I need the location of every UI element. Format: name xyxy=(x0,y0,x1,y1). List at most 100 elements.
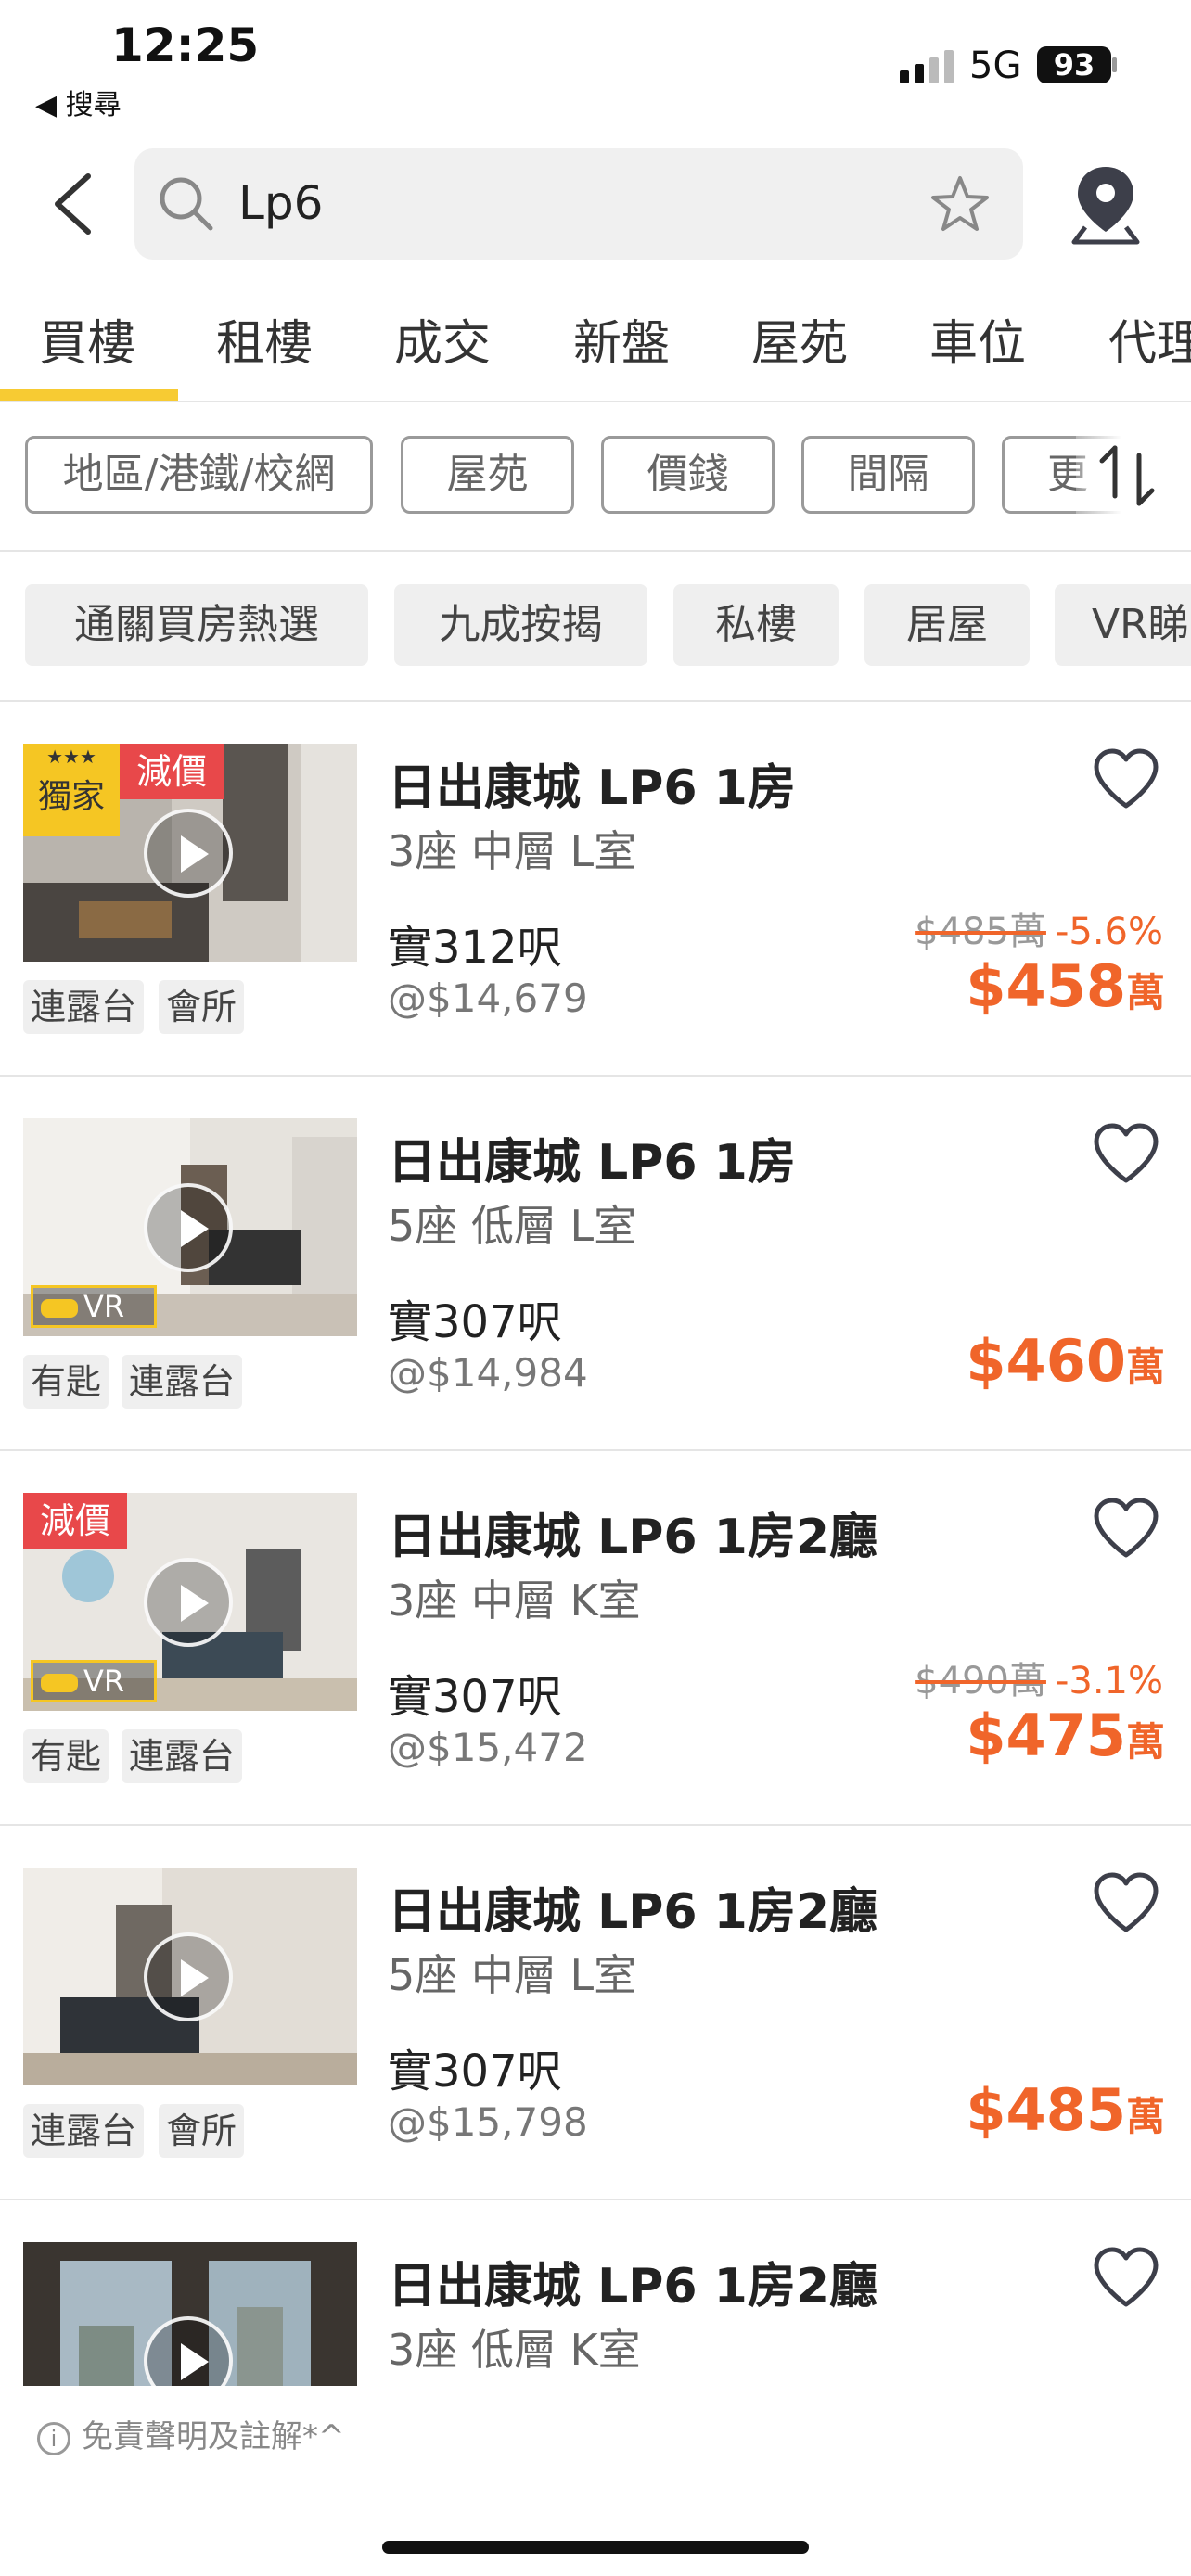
listing-unit-price: @$14,679 xyxy=(388,976,588,1021)
listing-price: $458萬 xyxy=(966,952,1165,1020)
chip-private[interactable]: 私樓 xyxy=(673,584,839,666)
vr-badge[interactable]: VR xyxy=(31,1660,157,1702)
chip-hos[interactable]: 居屋 xyxy=(864,584,1030,666)
sort-icon[interactable] xyxy=(1095,442,1165,509)
battery-icon: 93 xyxy=(1037,46,1111,83)
disclaimer-link[interactable]: i 免責聲明及註解*^ xyxy=(37,2411,345,2456)
listing-photo[interactable] xyxy=(23,1868,357,2085)
listing-photo[interactable]: ★★★ 獨家 減價 xyxy=(23,744,357,962)
listing-unit-info: 3座 中層 L室 xyxy=(388,826,637,876)
status-bar: 12:25 ◀ 搜尋 5G 93 xyxy=(0,0,1191,139)
status-time: 12:25 xyxy=(111,19,260,72)
original-price: $485萬 -5.6% xyxy=(915,901,1163,955)
tab-transactions[interactable]: 成交 xyxy=(394,304,491,374)
old-price: $485萬 xyxy=(915,911,1046,953)
listing-title[interactable]: 日出康城 LP6 1房 xyxy=(388,1123,796,1192)
price-value: $458 xyxy=(966,952,1126,1020)
listing-title[interactable]: 日出康城 LP6 1房2廳 xyxy=(388,1872,877,1942)
chip-90-mortgage[interactable]: 九成按揭 xyxy=(394,584,647,666)
signal-icon xyxy=(900,50,954,83)
back-to-search-app[interactable]: ◀ 搜尋 xyxy=(35,82,122,122)
feature-tag: 有匙 xyxy=(23,1729,109,1783)
chip-vr[interactable]: VR睇 xyxy=(1055,584,1191,666)
chip-hot-picks[interactable]: 通關買房熱選 xyxy=(25,584,368,666)
listing-unit-price: @$15,472 xyxy=(388,1725,588,1770)
heart-icon[interactable] xyxy=(1093,748,1159,810)
listing-price: $485萬 xyxy=(966,2076,1165,2144)
play-video-icon[interactable] xyxy=(144,1558,233,1647)
listing-card[interactable]: 連露台 會所 日出康城 LP6 1房2廳 5座 中層 L室 實307呎 @$15… xyxy=(0,1826,1191,2200)
listing-unit-info: 3座 中層 K室 xyxy=(388,1575,641,1626)
back-arrow-icon[interactable] xyxy=(46,167,102,241)
tab-agents[interactable]: 代理 xyxy=(1108,304,1191,374)
network-label: 5G xyxy=(969,45,1022,87)
disclaimer-text: 免責聲明及註解*^ xyxy=(82,2418,345,2455)
filter-bar: 地區/港鐵/校網 屋苑 價錢 間隔 更 xyxy=(0,403,1191,552)
filter-district[interactable]: 地區/港鐵/校網 xyxy=(25,436,373,514)
listing-card[interactable]: 減價 VR 有匙 連露台 日出康城 LP6 1房2廳 3座 中層 K室 實307… xyxy=(0,1451,1191,1826)
price-change: -3.1% xyxy=(1055,1660,1163,1702)
feature-tag: 有匙 xyxy=(23,1355,109,1409)
star-icon[interactable] xyxy=(930,174,990,234)
price-unit: 萬 xyxy=(1125,1719,1165,1765)
heart-icon[interactable] xyxy=(1093,2247,1159,2308)
listing-photo[interactable]: 減價 VR xyxy=(23,1493,357,1711)
price-cut-badge: 減價 xyxy=(23,1493,128,1549)
price-cut-badge: 減價 xyxy=(120,744,224,799)
feature-tag: 會所 xyxy=(159,2104,245,2158)
filter-price[interactable]: 價錢 xyxy=(601,436,775,514)
listing-unit-info: 3座 低層 K室 xyxy=(388,2325,641,2375)
vr-goggles-icon xyxy=(41,1299,78,1318)
filter-layout[interactable]: 間隔 xyxy=(801,436,975,514)
listing-title[interactable]: 日出康城 LP6 1房 xyxy=(388,748,796,818)
search-input[interactable]: Lp6 xyxy=(134,148,1023,260)
price-unit: 萬 xyxy=(1125,970,1165,1015)
tab-estates[interactable]: 屋苑 xyxy=(751,304,848,374)
tab-rent[interactable]: 租樓 xyxy=(216,304,313,374)
heart-icon[interactable] xyxy=(1093,1498,1159,1559)
tab-new-developments[interactable]: 新盤 xyxy=(573,304,670,374)
listing-photo[interactable] xyxy=(23,2242,357,2386)
feature-tag: 連露台 xyxy=(23,980,145,1034)
price-value: $485 xyxy=(966,2076,1126,2144)
tab-parking[interactable]: 車位 xyxy=(929,304,1026,374)
listing-card[interactable]: 日出康城 LP6 1房2廳 3座 低層 K室 xyxy=(0,2200,1191,2386)
exclusive-badge: ★★★ 獨家 xyxy=(23,744,120,836)
listing-price: $475萬 xyxy=(966,1702,1165,1769)
vr-label: VR xyxy=(83,1289,125,1324)
listing-area: 實307呎 xyxy=(388,1671,562,1723)
feature-tag: 會所 xyxy=(159,980,245,1034)
listing-area: 實307呎 xyxy=(388,2046,562,2098)
vr-label: VR xyxy=(83,1664,125,1699)
price-value: $460 xyxy=(966,1327,1126,1395)
price-unit: 萬 xyxy=(1125,2094,1165,2139)
battery-tip xyxy=(1112,57,1117,72)
old-price: $490萬 xyxy=(915,1660,1046,1702)
feature-tag: 連露台 xyxy=(122,1729,243,1783)
exclusive-label: 獨家 xyxy=(37,778,105,816)
listing-card[interactable]: VR 有匙 連露台 日出康城 LP6 1房 5座 低層 L室 實307呎 @$1… xyxy=(0,1077,1191,1451)
search-query[interactable]: Lp6 xyxy=(238,176,323,230)
filter-estate[interactable]: 屋苑 xyxy=(401,436,574,514)
listing-photo[interactable]: VR xyxy=(23,1118,357,1336)
listing-unit-price: @$15,798 xyxy=(388,2099,588,2145)
listing-unit-info: 5座 低層 L室 xyxy=(388,1201,637,1251)
play-video-icon[interactable] xyxy=(144,809,233,898)
tab-buy[interactable]: 買樓 xyxy=(39,304,135,374)
play-video-icon[interactable] xyxy=(144,1183,233,1272)
listing-title[interactable]: 日出康城 LP6 1房2廳 xyxy=(388,2247,877,2316)
heart-icon[interactable] xyxy=(1093,1123,1159,1184)
price-unit: 萬 xyxy=(1125,1345,1165,1390)
category-tabs: 買樓 租樓 成交 新盤 屋苑 車位 代理 xyxy=(0,278,1191,402)
heart-icon[interactable] xyxy=(1093,1872,1159,1933)
listing-card[interactable]: ★★★ 獨家 減價 連露台 會所 日出康城 LP6 1房 3座 中層 L室 實3… xyxy=(0,702,1191,1077)
vr-badge[interactable]: VR xyxy=(31,1285,157,1328)
play-video-icon[interactable] xyxy=(144,1932,233,2021)
listing-area: 實312呎 xyxy=(388,922,562,974)
listing-price: $460萬 xyxy=(966,1327,1165,1395)
map-pin-icon[interactable] xyxy=(1069,162,1143,246)
listing-unit-price: @$14,984 xyxy=(388,1350,588,1396)
listing-title[interactable]: 日出康城 LP6 1房2廳 xyxy=(388,1498,877,1567)
listing-unit-info: 5座 中層 L室 xyxy=(388,1950,637,2000)
home-indicator[interactable] xyxy=(382,2541,809,2554)
